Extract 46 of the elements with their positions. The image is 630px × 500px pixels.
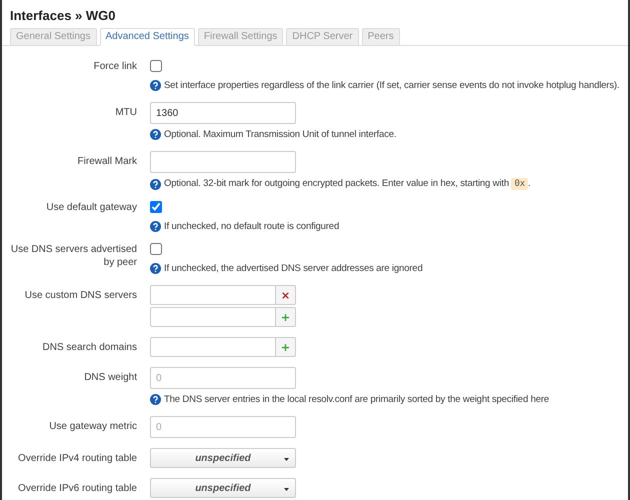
help-text: Set interface properties regardless of the link carrier (If set, carrier sense events do not invoke hotplug handlers). [164, 79, 620, 92]
help-icon [150, 221, 161, 232]
tab[interactable]: Advanced Settings [100, 28, 195, 46]
tab[interactable]: General Settings [10, 28, 96, 46]
checkbox[interactable] [150, 60, 162, 72]
text-field[interactable]: 0 [150, 367, 296, 389]
field-label: DNS search domains [42, 341, 137, 354]
help-text: Optional. Maximum Transmission Unit of tunnel interface. [164, 128, 396, 141]
tab[interactable]: Peers [362, 28, 400, 46]
field-label: DNS weight [83, 371, 137, 384]
field-label: Use default gateway [45, 201, 137, 214]
add-button[interactable]: + [276, 337, 296, 357]
add-button[interactable]: + [276, 307, 296, 327]
help-icon [150, 129, 161, 140]
caret-icon [284, 458, 289, 461]
text-field[interactable] [150, 307, 276, 327]
page-title: Interfaces » WG0 [10, 8, 116, 23]
dropdown[interactable]: unspecified [150, 448, 296, 468]
field-label: Override IPv6 routing table [17, 482, 137, 495]
field-label: Use DNS servers advertised by peer [10, 243, 137, 269]
field-label: Use custom DNS servers [24, 289, 137, 302]
tab[interactable]: DHCP Server [286, 28, 359, 46]
checkbox[interactable] [150, 243, 162, 255]
help-icon [150, 178, 161, 190]
help-icon [150, 80, 161, 91]
field-label: Override IPv4 routing table [17, 452, 137, 465]
field-label: Force link [92, 60, 137, 73]
help-text: If unchecked, no default route is configured [164, 220, 340, 233]
tab[interactable]: Firewall Settings [198, 28, 284, 46]
dropdown[interactable]: unspecified [150, 478, 296, 498]
field-label: Firewall Mark [76, 155, 137, 168]
text-field[interactable] [150, 337, 276, 357]
caret-icon [284, 488, 289, 491]
help-text: Optional. 32-bit mark for outgoing encrypted packets. Enter value in hex, starting with 0x . [164, 177, 531, 191]
help-text: If unchecked, the advertised DNS server addresses are ignored [164, 262, 423, 275]
help-icon [150, 263, 161, 274]
checkbox[interactable] [150, 201, 162, 213]
text-field[interactable]: 0 [150, 416, 296, 438]
field-label: MTU [114, 106, 137, 119]
field-label: Use gateway metric [48, 420, 137, 433]
help-icon [150, 394, 161, 405]
text-field[interactable] [150, 151, 296, 173]
text-field[interactable] [150, 285, 276, 305]
text-field[interactable]: 1360 [150, 102, 296, 124]
help-text: The DNS server entries in the local resolv.conf are primarily sorted by the weight specified here [164, 393, 549, 406]
remove-button[interactable]: × [276, 285, 296, 305]
